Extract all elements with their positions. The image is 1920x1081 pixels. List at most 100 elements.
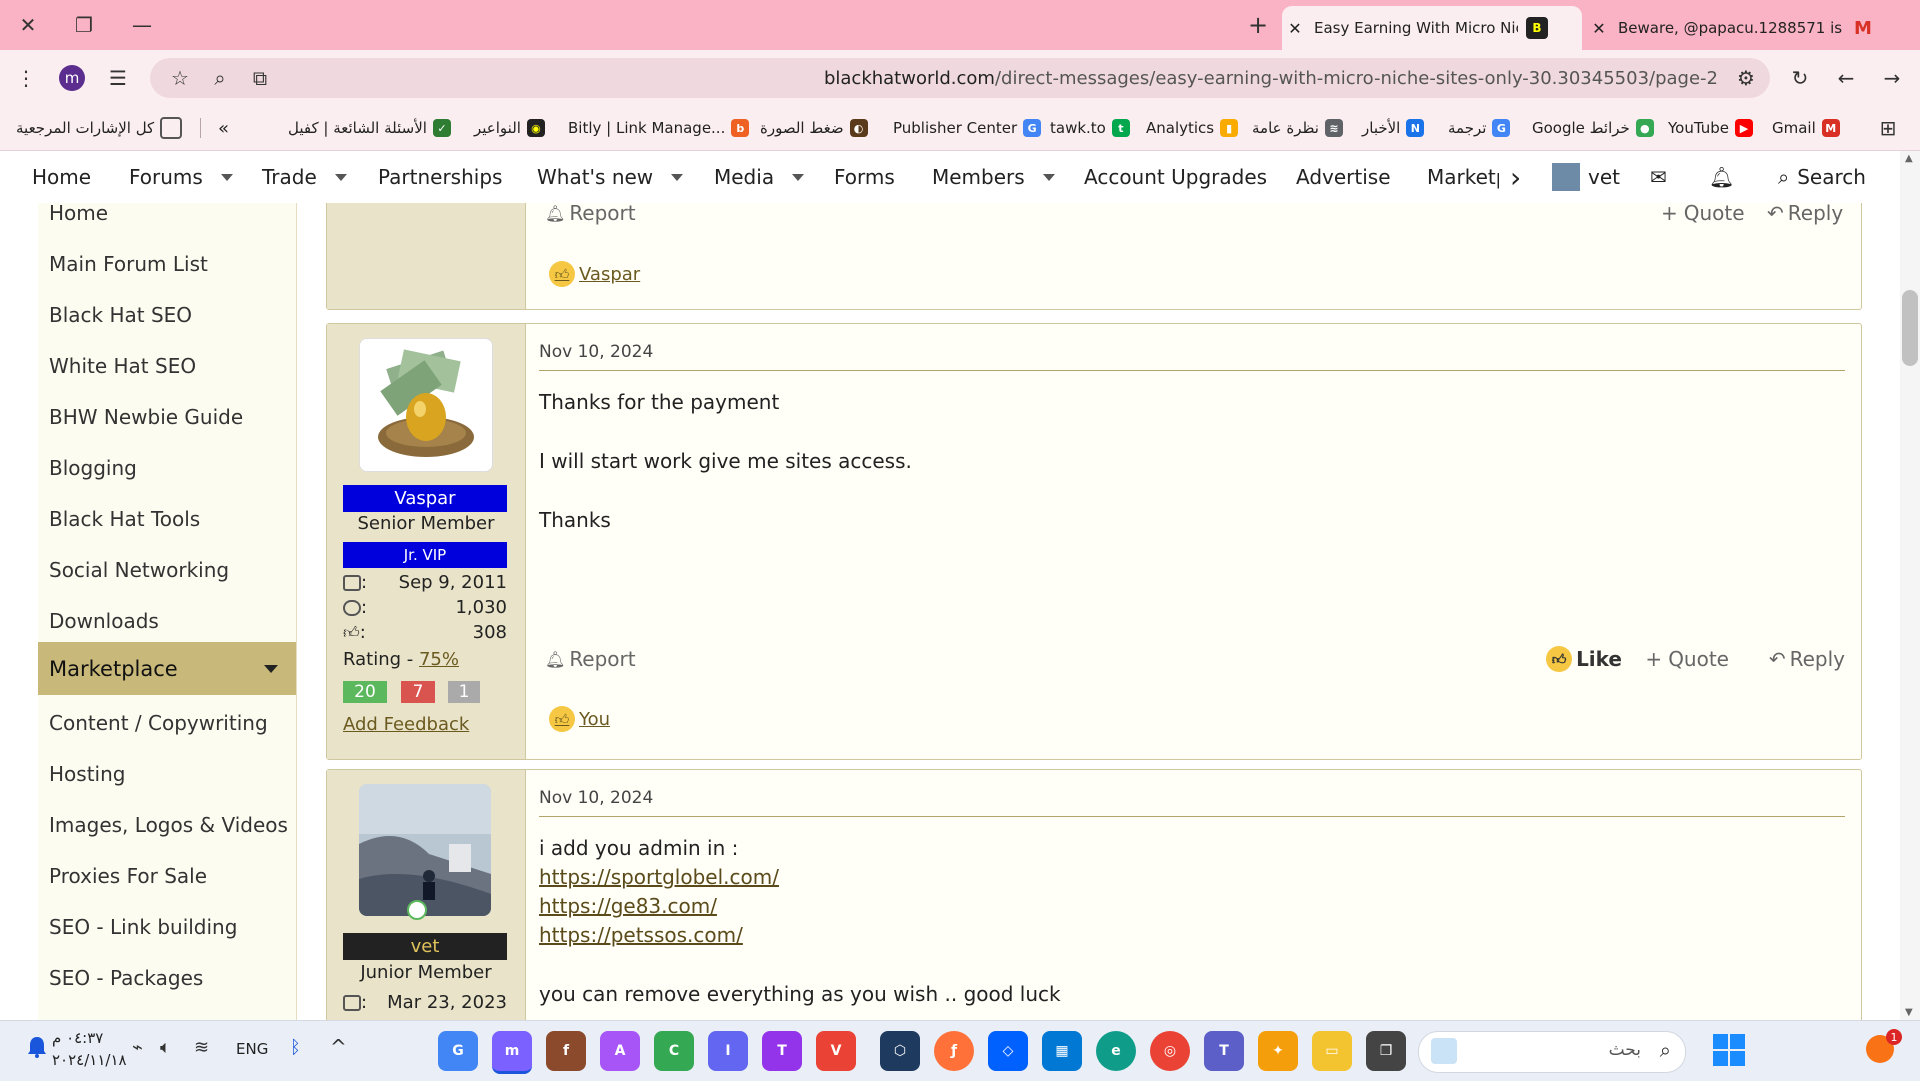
- sidebar-item-downloads[interactable]: Downloads: [38, 595, 296, 646]
- bookmark-gmail[interactable]: Gmail M: [1772, 116, 1846, 140]
- inbox-icon[interactable]: ✉: [1650, 151, 1667, 203]
- all-bookmarks[interactable]: كل الإشارات المرجعية: [16, 116, 188, 140]
- scroll-up-icon[interactable]: ▲: [1905, 153, 1913, 164]
- sidebar-item-newbie-guide[interactable]: BHW Newbie Guide: [38, 391, 296, 442]
- minimize-window-icon[interactable]: —: [114, 0, 170, 50]
- apps-grid-icon[interactable]: ⊞: [1870, 110, 1906, 146]
- new-tab-icon[interactable]: +: [1230, 0, 1286, 50]
- report-button[interactable]: 🔔︎ Report: [545, 647, 636, 671]
- zoom-icon[interactable]: ⌕: [202, 60, 238, 96]
- sidebar-item-home[interactable]: Home: [38, 203, 296, 238]
- forward-icon[interactable]: →: [1874, 60, 1910, 96]
- tray-expand-icon[interactable]: ^: [330, 1035, 347, 1059]
- feedback-positive[interactable]: 20: [343, 681, 387, 703]
- profile-avatar[interactable]: m: [59, 65, 85, 91]
- close-window-icon[interactable]: ✕: [0, 0, 56, 50]
- store-icon[interactable]: ▦: [1042, 1031, 1082, 1071]
- chevron-down-icon[interactable]: [671, 173, 684, 181]
- sidebar-item-blogging[interactable]: Blogging: [38, 442, 296, 493]
- chrome-profile-6-icon[interactable]: I: [708, 1031, 748, 1071]
- dropbox-icon[interactable]: ◇: [988, 1031, 1028, 1071]
- nav-marketplace[interactable]: Marketp: [1427, 151, 1499, 203]
- back-icon[interactable]: ←: [1828, 60, 1864, 96]
- nav-forms[interactable]: Forms: [834, 151, 895, 203]
- bookmark-compress[interactable]: ضغط الصورة ◐: [760, 116, 874, 140]
- bell-icon[interactable]: 🔔︎: [1709, 151, 1734, 203]
- feedback-neutral[interactable]: 1: [448, 681, 480, 703]
- chrome-profile-8-icon[interactable]: V: [816, 1031, 856, 1071]
- nav-forums[interactable]: Forums: [129, 151, 233, 203]
- reaction-list[interactable]: 👍︎ You: [549, 706, 610, 732]
- nav-partnerships[interactable]: Partnerships: [378, 151, 502, 203]
- chevron-down-icon[interactable]: [264, 664, 278, 673]
- file-explorer-icon[interactable]: ▭: [1312, 1031, 1352, 1071]
- tab-close-icon[interactable]: ✕: [1282, 19, 1308, 38]
- sidebar-item-marketplace[interactable]: Marketplace: [38, 642, 296, 695]
- bookmark-news[interactable]: الأخبار N: [1362, 116, 1430, 140]
- post-date[interactable]: Nov 10, 2024: [539, 788, 653, 808]
- site-link[interactable]: https://sportglobel.com/: [539, 865, 779, 889]
- task-view-icon[interactable]: ❐: [1366, 1031, 1406, 1071]
- chrome-profile-1-icon[interactable]: G: [438, 1031, 478, 1071]
- sidebar-item-black-hat-tools[interactable]: Black Hat Tools: [38, 493, 296, 544]
- url-text[interactable]: blackhatworld.com/direct-messages/easy-e…: [824, 68, 1718, 89]
- install-app-icon[interactable]: ⧉: [242, 60, 278, 96]
- add-feedback-link[interactable]: Add Feedback: [343, 714, 469, 735]
- reply-button[interactable]: ↶ Reply: [1769, 647, 1845, 671]
- scrollbar-thumb[interactable]: [1902, 290, 1918, 366]
- feedback-negative[interactable]: 7: [401, 681, 435, 703]
- nav-members[interactable]: Members: [932, 151, 1055, 203]
- nav-search[interactable]: ⌕ Search: [1778, 151, 1866, 203]
- more-bookmarks-icon[interactable]: «: [218, 116, 229, 140]
- liker-name[interactable]: Vaspar: [579, 264, 640, 285]
- sidebar-item-images-logos-videos[interactable]: Images, Logos & Videos: [38, 799, 296, 850]
- scroll-down-icon[interactable]: ▼: [1905, 1007, 1913, 1018]
- site-settings-icon[interactable]: ⚙: [1728, 60, 1764, 96]
- bookmark-bitly[interactable]: Bitly | Link Manage... b: [568, 116, 755, 140]
- reaction-list[interactable]: 👍︎ Vaspar: [549, 261, 640, 287]
- quote-button[interactable]: + Quote: [1645, 647, 1729, 671]
- sidebar-item-seo-link-building[interactable]: SEO - Link building: [38, 901, 296, 952]
- sidebar-item-black-hat-seo[interactable]: Black Hat SEO: [38, 289, 296, 340]
- clock-time[interactable]: ٠٤:٣٧ م: [52, 1029, 103, 1047]
- volume-icon[interactable]: 🔈︎: [160, 1037, 171, 1058]
- clock-date[interactable]: ٢٠٢٤/١١/١٨: [52, 1051, 127, 1069]
- tab-close-icon[interactable]: ✕: [1586, 19, 1612, 38]
- sidebar-item-hosting[interactable]: Hosting: [38, 748, 296, 799]
- chrome-profile-active-icon[interactable]: m: [492, 1031, 532, 1074]
- site-link[interactable]: https://ge83.com/: [539, 894, 717, 918]
- bookmark-maps[interactable]: Google خرائط ●: [1532, 116, 1660, 140]
- sidebar-item-social-networking[interactable]: Social Networking: [38, 544, 296, 595]
- windows-start-icon[interactable]: [1712, 1033, 1746, 1067]
- bookmark-nawaeer[interactable]: النواعير ◉: [474, 116, 551, 140]
- reply-button[interactable]: ↶ Reply: [1767, 203, 1843, 225]
- copilot-icon[interactable]: ✦: [1258, 1031, 1298, 1071]
- bluetooth-icon[interactable]: ᛒ: [290, 1037, 301, 1058]
- quote-button[interactable]: + Quote: [1661, 203, 1745, 225]
- username-badge[interactable]: vet: [343, 933, 507, 960]
- chrome-profile-3-icon[interactable]: f: [546, 1031, 586, 1071]
- bookmark-translate[interactable]: ترجمة G: [1448, 116, 1516, 140]
- address-bar[interactable]: ☆ ⌕ ⧉ blackhatworld.com/direct-messages/…: [150, 58, 1770, 98]
- sidebar-item-white-hat-seo[interactable]: White Hat SEO: [38, 340, 296, 391]
- security-app-icon[interactable]: ⬡: [880, 1031, 920, 1071]
- chrome-profile-4-icon[interactable]: A: [600, 1031, 640, 1071]
- wifi-icon[interactable]: ≋: [194, 1037, 209, 1058]
- report-button[interactable]: 🔔︎ Report: [545, 203, 636, 225]
- bookmark-youtube[interactable]: YouTube ▶: [1668, 116, 1759, 140]
- site-link[interactable]: https://petssos.com/: [539, 923, 743, 947]
- rating-value[interactable]: 75%: [419, 649, 459, 670]
- teams-icon[interactable]: T: [1204, 1031, 1244, 1071]
- chevron-down-icon[interactable]: [334, 173, 347, 181]
- tab-beware[interactable]: ✕ Beware, @papacu.1288571 is a M: [1586, 6, 1906, 50]
- taskbar-search[interactable]: بحث ⌕: [1418, 1031, 1686, 1073]
- chrome-profile-5-icon[interactable]: C: [654, 1031, 694, 1071]
- chevron-down-icon[interactable]: [1042, 173, 1055, 181]
- liker-name[interactable]: You: [579, 709, 610, 730]
- bookmark-star-icon[interactable]: ☆: [162, 60, 198, 96]
- chrome-profile-7-icon[interactable]: T: [762, 1031, 802, 1071]
- reload-icon[interactable]: ↻: [1782, 60, 1818, 96]
- reading-list-icon[interactable]: ☰: [100, 60, 136, 96]
- tab-easy-earning[interactable]: ✕ Easy Earning With Micro Niche B: [1282, 6, 1582, 50]
- page-scrollbar[interactable]: ▲ ▼: [1900, 151, 1920, 1020]
